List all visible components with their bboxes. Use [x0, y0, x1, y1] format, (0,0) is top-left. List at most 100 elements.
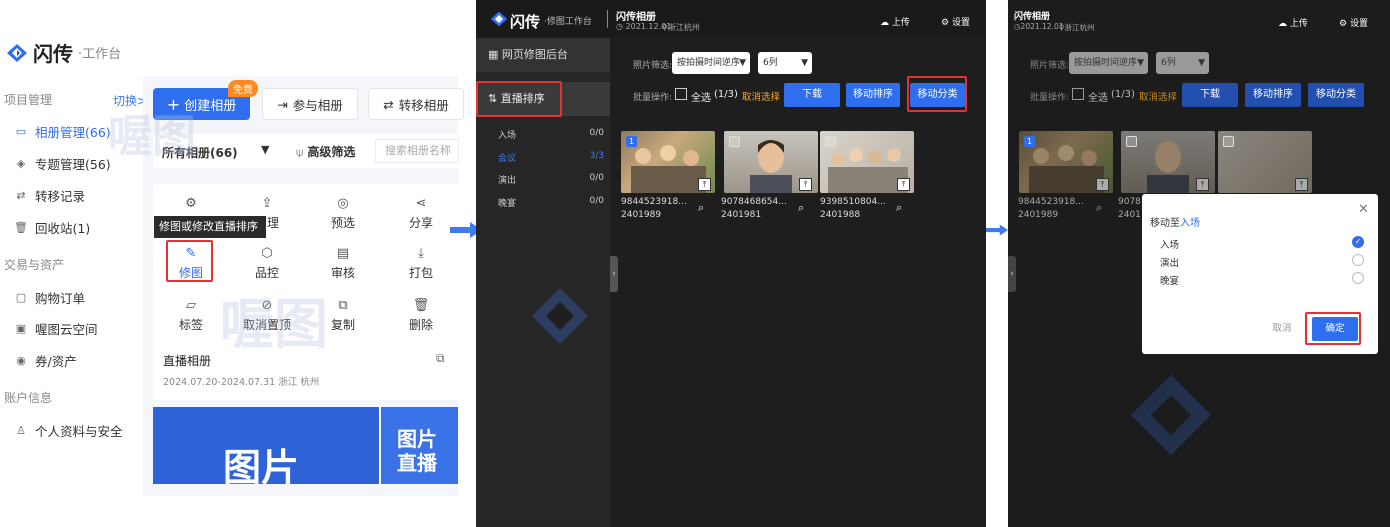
album-cover-banner[interactable]: 图片 图片 直播	[153, 407, 458, 484]
switch-link[interactable]: 切换>	[113, 92, 147, 109]
zoom-search-icon[interactable]: ⌕	[896, 201, 902, 215]
cancel-select-link[interactable]: 取消选择	[742, 89, 780, 103]
op-tag[interactable]: ▱ 标签	[161, 298, 221, 333]
option-radio-checked[interactable]: ✓	[1352, 236, 1364, 248]
collapse-tab[interactable]: ‹	[610, 256, 618, 292]
pin-top-icon[interactable]: ⤒	[698, 178, 711, 191]
photo-checkbox-checked[interactable]: 1	[1024, 136, 1035, 147]
workbench-panel: 闪传 ·工作台 项目管理 切换> ▭ 相册管理(66) ◈ 专题管理(56) ⇄ 转移…	[0, 0, 464, 527]
photo-name: 9398510804... 2401988	[820, 196, 886, 222]
sort-select[interactable]: 按拍摄时间逆序 ▼	[1069, 52, 1148, 74]
photo-checkbox[interactable]	[1126, 136, 1137, 147]
op-copy[interactable]: ⧉ 复制	[313, 298, 373, 333]
close-icon[interactable]: ✕	[1358, 202, 1369, 217]
nav-topic-manage[interactable]: ◈ 专题管理(56)	[14, 154, 111, 173]
pin-top-icon[interactable]: ⤒	[799, 178, 812, 191]
dialog-title-target: 入场	[1180, 218, 1200, 229]
order-icon: ▢	[15, 290, 27, 304]
nav-recycle[interactable]: 🗑 回收站(1)	[14, 218, 90, 237]
photo-checkbox[interactable]	[1223, 136, 1234, 147]
select-count: (1/3)	[1111, 89, 1135, 100]
sort-select[interactable]: 按拍摄时间逆序 ▼	[672, 52, 750, 74]
select-all-checkbox[interactable]	[1072, 88, 1084, 100]
op-quality[interactable]: ⬡ 品控	[237, 246, 297, 281]
download-button[interactable]: 下载	[1182, 83, 1238, 107]
category-item[interactable]: 演出 0/0	[498, 173, 604, 186]
photo-name-line2: 2401981	[721, 210, 762, 220]
pin-top-icon[interactable]: ⤒	[1196, 178, 1209, 191]
columns-select[interactable]: 6列 ▼	[758, 52, 812, 74]
select-all-checkbox[interactable]	[675, 88, 687, 100]
trash-icon: 🗑	[14, 220, 28, 234]
zoom-search-icon[interactable]: ⌕	[698, 201, 704, 215]
search-input[interactable]: 搜索相册名称	[375, 139, 459, 163]
select-value: 按拍摄时间逆序	[1074, 58, 1138, 68]
photo-name-line1: 9844523918...	[621, 197, 687, 207]
select-value: 6列	[1161, 58, 1176, 68]
category-count: 0/0	[589, 128, 604, 138]
album-loc-value: 浙江杭州	[667, 23, 700, 32]
join-album-button[interactable]: ⇥ 参与相册	[262, 88, 358, 120]
nav-orders[interactable]: ▢ 购物订单	[14, 288, 85, 307]
tag-icon: ▱	[186, 298, 196, 313]
cancel-select-link[interactable]: 取消选择	[1139, 89, 1177, 103]
filter-label: 照片筛选:	[1030, 61, 1070, 71]
live-album-title: 直播相册	[163, 354, 212, 368]
album-date: ◷2021.12.01	[1014, 22, 1064, 31]
nav-coupons[interactable]: ◉ 券/资产	[14, 351, 77, 370]
zoom-search-icon[interactable]: ⌕	[798, 201, 804, 215]
cancel-button[interactable]: 取消	[1252, 318, 1312, 340]
photo-checkbox-checked[interactable]: 1	[626, 136, 637, 147]
upload-button[interactable]: ☁ 上传	[1278, 16, 1308, 29]
collapse-tab[interactable]: ‹	[1008, 256, 1016, 292]
photo-checkbox[interactable]	[729, 136, 740, 147]
advanced-filter-button[interactable]: ⍦ 高级筛选	[296, 143, 355, 160]
op-unpin[interactable]: ⊘ 取消置顶	[237, 298, 297, 333]
nav-album-manage[interactable]: ▭ 相册管理(66)	[14, 122, 111, 141]
gear-icon: ⚙	[941, 18, 950, 28]
columns-select[interactable]: 6列 ▼	[1156, 52, 1209, 74]
settings-button[interactable]: ⚙ 设置	[941, 15, 970, 28]
chevron-down-icon[interactable]: ▼	[261, 143, 269, 156]
option-radio[interactable]	[1352, 272, 1364, 284]
upload-button[interactable]: ☁ 上传	[880, 15, 910, 28]
pin-top-icon[interactable]: ⤒	[897, 178, 910, 191]
op-share[interactable]: ⋖ 分享	[391, 196, 451, 231]
pin-top-icon[interactable]: ⤒	[1295, 178, 1308, 191]
category-item[interactable]: 会议 3/3	[498, 151, 604, 164]
nav-transfer-log[interactable]: ⇄ 转移记录	[14, 186, 85, 205]
settings-button[interactable]: ⚙ 设置	[1339, 16, 1368, 29]
category-item[interactable]: 晚宴 0/0	[498, 196, 604, 209]
move-sort-button[interactable]: 移动排序	[1245, 83, 1301, 107]
nav-profile[interactable]: ♙ 个人资料与安全	[14, 421, 122, 440]
op-pack[interactable]: ⤓ 打包	[391, 246, 451, 281]
option-radio[interactable]	[1352, 254, 1364, 266]
live-album-card[interactable]: 直播相册 ⧉ 2024.07.20-2024.07.31 浙江 杭州	[153, 342, 458, 400]
option-label: 晚宴	[1160, 276, 1180, 287]
move-sort-button[interactable]: 移动排序	[846, 83, 900, 107]
brand-subtitle: ·工作台	[78, 47, 122, 62]
category-item[interactable]: 入场 0/0	[498, 128, 604, 141]
highlight-box-retouch	[166, 240, 213, 282]
pin-top-icon[interactable]: ⤒	[1096, 178, 1109, 191]
zoom-search-icon[interactable]: ⌕	[1096, 201, 1102, 215]
button-label: 高级筛选	[307, 145, 356, 159]
cloud-upload-icon: ☁	[1278, 19, 1287, 29]
transfer-album-button[interactable]: ⇄ 转移相册	[368, 88, 464, 120]
op-label: 分享	[408, 216, 433, 230]
shield-icon: ⬡	[261, 246, 273, 261]
cloud-upload-icon: ☁	[880, 18, 889, 28]
menu-web-retouch-backend[interactable]: ▦ 网页修图后台	[476, 38, 610, 72]
nav-cloud-space[interactable]: ▣ 喔图云空间	[14, 319, 98, 338]
album-location: ⚲浙江杭州	[662, 23, 700, 32]
copy-icon[interactable]: ⧉	[436, 351, 445, 366]
move-category-button[interactable]: 移动分类	[1308, 83, 1364, 107]
download-button[interactable]: 下载	[784, 83, 840, 107]
op-preselect[interactable]: ◎ 预选	[313, 196, 373, 231]
photo-name-line1: 9078468654...	[721, 197, 787, 207]
op-review[interactable]: ▤ 审核	[313, 246, 373, 281]
album-icon: ▭	[15, 124, 27, 138]
op-delete[interactable]: 🗑 删除	[391, 298, 451, 333]
unpin-icon: ⊘	[261, 298, 273, 313]
photo-checkbox[interactable]	[825, 136, 836, 147]
